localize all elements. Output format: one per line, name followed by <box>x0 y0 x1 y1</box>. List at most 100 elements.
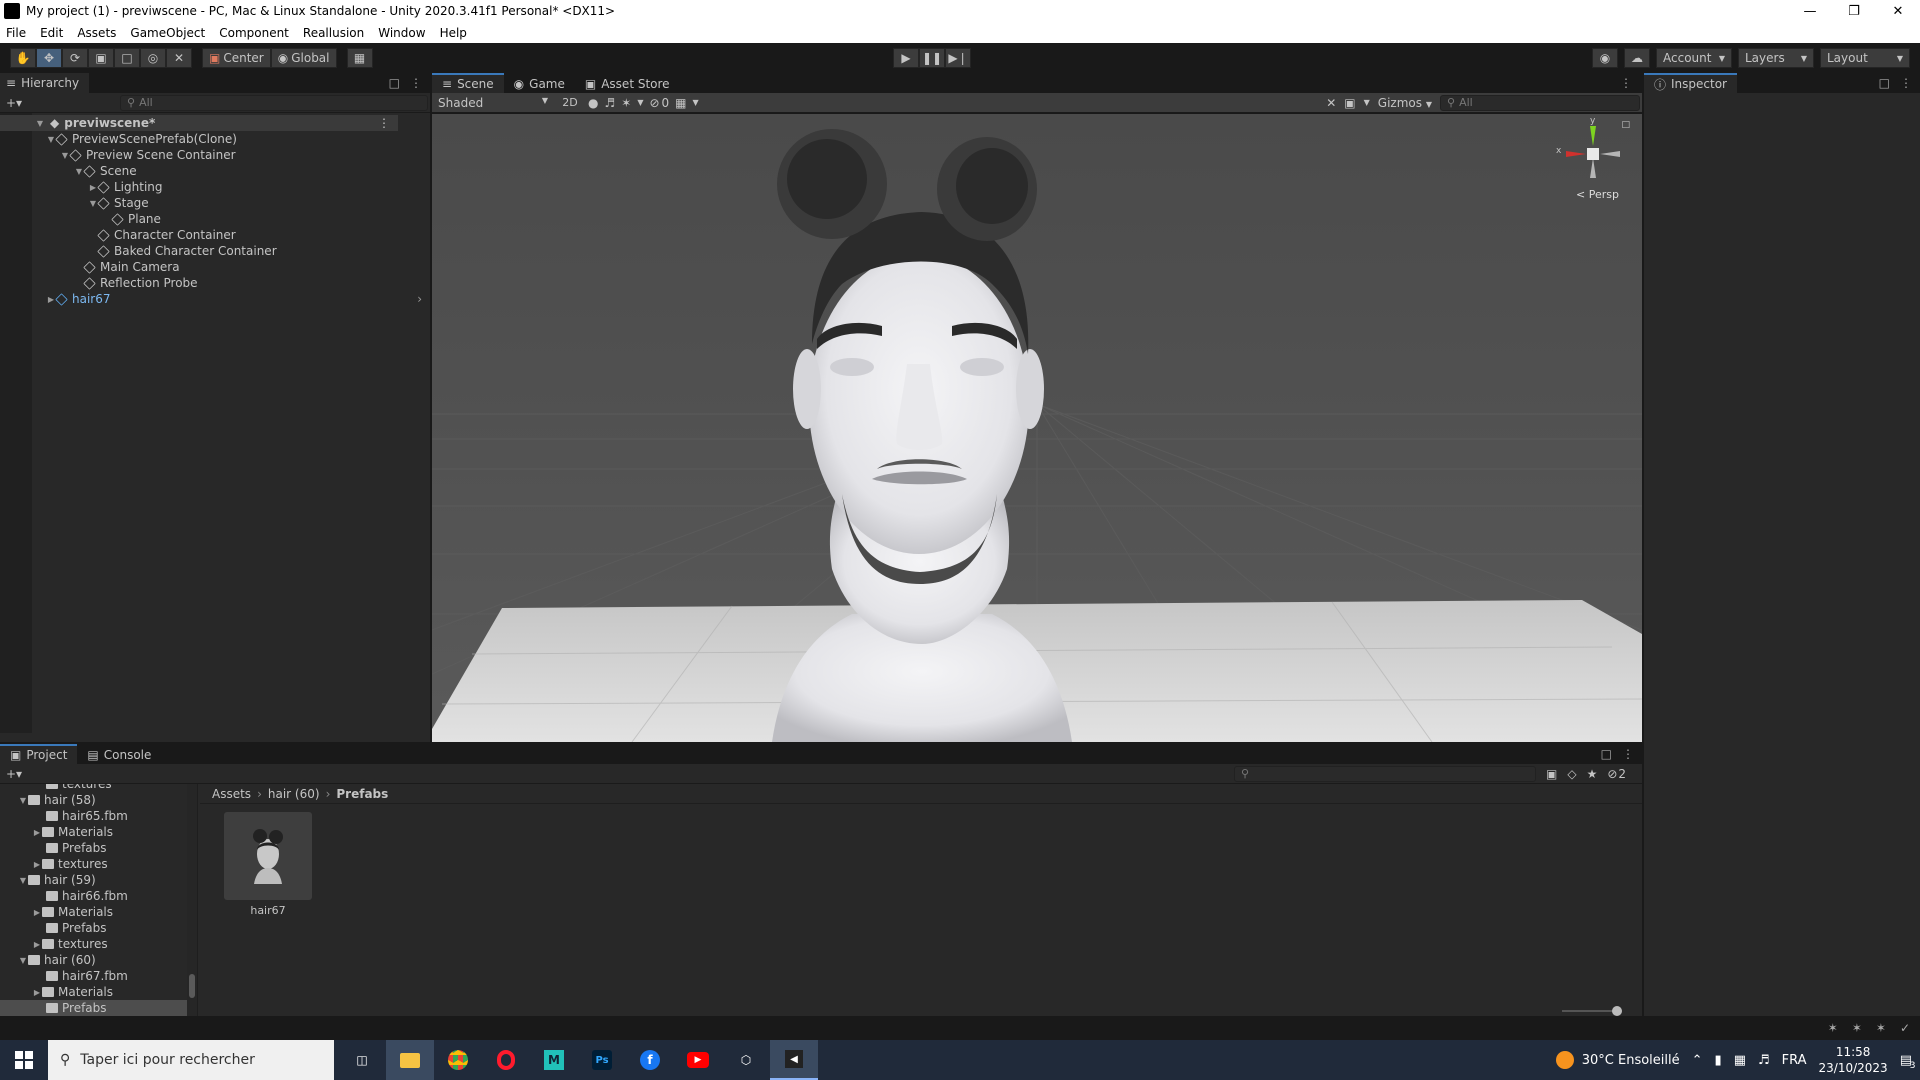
more-menu-icon[interactable]: ⋮ <box>1900 76 1912 90</box>
hierarchy-item[interactable]: ▼ Stage <box>32 195 149 211</box>
create-asset-button[interactable]: +▾ <box>6 767 28 781</box>
breadcrumb-assets[interactable]: Assets <box>212 787 251 801</box>
progress-icon[interactable]: ✶ <box>1852 1021 1862 1035</box>
tab-console[interactable]: ▤ Console <box>77 744 162 764</box>
camera-icon[interactable]: ▣ <box>1344 96 1355 110</box>
battery-icon[interactable]: ▮ <box>1715 1053 1722 1068</box>
hierarchy-item[interactable]: Main Camera <box>32 259 180 275</box>
scene-viewport[interactable]: y x < Persp □ <box>432 114 1642 742</box>
minimize-button[interactable]: — <box>1788 0 1832 22</box>
unity-editor-icon[interactable]: ◀ <box>770 1040 818 1080</box>
more-menu-icon[interactable]: ⋮ <box>410 76 422 90</box>
lock-icon[interactable]: □ <box>1621 120 1630 130</box>
breadcrumb-hair-60[interactable]: hair (60) <box>268 787 320 801</box>
folder-tree-scrollbar[interactable] <box>187 784 197 1016</box>
rotate-tool-icon[interactable]: ⟳ <box>62 48 88 68</box>
move-tool-icon[interactable]: ✥ <box>36 48 62 68</box>
scene-search-input[interactable]: ⚲ All <box>1440 94 1640 111</box>
shading-mode-dropdown[interactable]: Shaded ▼ <box>434 96 552 110</box>
hierarchy-item[interactable]: ▼ Preview Scene Container <box>32 147 236 163</box>
folder-item[interactable]: ▼ hair (59) <box>0 872 96 888</box>
tab-project[interactable]: ▣ Project <box>0 744 78 764</box>
more-menu-icon[interactable]: ⋮ <box>1620 76 1632 90</box>
hierarchy-item[interactable]: Reflection Probe <box>32 275 198 291</box>
menu-gameobject[interactable]: GameObject <box>130 26 205 40</box>
expand-arrow-icon[interactable]: ▶ <box>32 908 42 917</box>
expand-arrow-icon[interactable]: ▼ <box>35 119 45 128</box>
filter-type-icon[interactable]: ▣ <box>1546 767 1557 781</box>
folder-item[interactable]: ▶ Materials <box>0 904 113 920</box>
expand-arrow-icon[interactable]: ▶ <box>32 988 42 997</box>
transform-tool-icon[interactable]: ◎ <box>140 48 166 68</box>
hierarchy-item[interactable]: ▶ hair67 › <box>32 291 430 307</box>
debug-icon[interactable]: ✶ <box>1876 1021 1886 1035</box>
add-object-button[interactable]: +▾ <box>6 96 28 110</box>
chevron-down-icon[interactable]: ▼ <box>693 98 699 107</box>
filter-label-icon[interactable]: ◇ <box>1567 767 1576 781</box>
clock[interactable]: 11:58 23/10/2023 <box>1819 1044 1888 1076</box>
favorite-star-icon[interactable]: ★ <box>1587 767 1598 781</box>
lighting-toggle-icon[interactable]: ● <box>588 96 598 110</box>
tab-asset-store[interactable]: ▣ Asset Store <box>574 73 680 93</box>
layers-dropdown[interactable]: Layers ▼ <box>1738 48 1814 68</box>
hidden-packages-toggle[interactable]: ⊘ 2 <box>1607 767 1626 781</box>
notification-center-icon[interactable]: ▤ 3 <box>1900 1053 1916 1071</box>
account-dropdown[interactable]: Account ▼ <box>1656 48 1732 68</box>
custom-tool-icon[interactable]: ✕ <box>166 48 192 68</box>
folder-item[interactable]: Prefabs <box>0 920 107 936</box>
hidden-objects-toggle[interactable]: ⊘ 0 <box>649 96 669 110</box>
chevron-right-icon[interactable]: › <box>417 292 422 306</box>
folder-item[interactable]: ▶ textures <box>0 936 108 952</box>
pivot-center-button[interactable]: ▣ Center <box>202 48 271 68</box>
persp-label[interactable]: < Persp <box>1576 188 1619 201</box>
volume-icon[interactable]: ♬ <box>1758 1053 1770 1068</box>
youtube-icon[interactable]: ▶ <box>674 1040 722 1080</box>
close-button[interactable]: ✕ <box>1876 0 1920 22</box>
hierarchy-item[interactable]: ▼ PreviewScenePrefab(Clone) <box>32 131 237 147</box>
cloud-icon[interactable]: ☁ <box>1624 48 1650 68</box>
restore-button[interactable]: ❐ <box>1832 0 1876 22</box>
project-search-input[interactable]: ⚲ <box>1234 765 1536 782</box>
menu-edit[interactable]: Edit <box>40 26 63 40</box>
facebook-icon[interactable]: f <box>626 1040 674 1080</box>
opera-icon[interactable] <box>482 1040 530 1080</box>
folder-item-selected[interactable]: Prefabs <box>0 1000 188 1016</box>
more-menu-icon[interactable]: ⋮ <box>1622 747 1634 761</box>
expand-arrow-icon[interactable]: ▼ <box>18 956 28 965</box>
folder-item[interactable]: Prefabs <box>0 840 107 856</box>
audio-toggle-icon[interactable]: ♬ <box>604 96 615 110</box>
hierarchy-scene-row[interactable]: ▼ ◆ previwscene* ⋮ <box>0 115 398 131</box>
lock-icon[interactable]: □ <box>1879 76 1890 90</box>
toggle-2d-button[interactable]: 2D <box>558 96 582 109</box>
hierarchy-item[interactable]: Baked Character Container <box>32 243 277 259</box>
menu-reallusion[interactable]: Reallusion <box>303 26 364 40</box>
collab-icon[interactable]: ◉ <box>1592 48 1618 68</box>
taskbar-search-input[interactable]: ⚲ Taper ici pour rechercher <box>48 1040 334 1080</box>
photoshop-icon[interactable]: Ps <box>578 1040 626 1080</box>
hierarchy-item[interactable]: ▶ Lighting <box>32 179 163 195</box>
folder-item[interactable]: textures <box>0 784 112 792</box>
grid-snap-icon[interactable]: ▦ <box>346 48 373 68</box>
file-explorer-icon[interactable] <box>386 1040 434 1080</box>
menu-help[interactable]: Help <box>440 26 467 40</box>
lock-icon[interactable]: □ <box>1601 747 1612 761</box>
menu-assets[interactable]: Assets <box>77 26 116 40</box>
chevron-down-icon[interactable]: ▼ <box>1364 98 1370 107</box>
malwarebytes-icon[interactable]: M <box>530 1040 578 1080</box>
lock-icon[interactable]: □ <box>389 76 400 90</box>
folder-item[interactable]: ▼ hair (58) <box>0 792 96 808</box>
effects-toggle-icon[interactable]: ✶ <box>621 96 631 110</box>
tab-scene[interactable]: ≡ Scene <box>432 73 504 93</box>
hand-tool-icon[interactable]: ✋ <box>10 48 36 68</box>
unity-hub-icon[interactable]: ⬡ <box>722 1040 770 1080</box>
scale-tool-icon[interactable]: ▣ <box>88 48 114 68</box>
asset-tile[interactable]: hair67 <box>224 812 312 917</box>
folder-item[interactable]: hair65.fbm <box>0 808 128 824</box>
pause-button[interactable]: ❚❚ <box>919 48 945 68</box>
chevron-up-icon[interactable]: ⌃ <box>1692 1053 1703 1068</box>
folder-item[interactable]: hair66.fbm <box>0 888 128 904</box>
expand-arrow-icon[interactable]: ▼ <box>18 876 28 885</box>
folder-item[interactable]: ▼ hair (60) <box>0 952 96 968</box>
hierarchy-search-input[interactable]: ⚲ All <box>120 94 428 111</box>
hierarchy-item[interactable]: ▼ Scene <box>32 163 137 179</box>
